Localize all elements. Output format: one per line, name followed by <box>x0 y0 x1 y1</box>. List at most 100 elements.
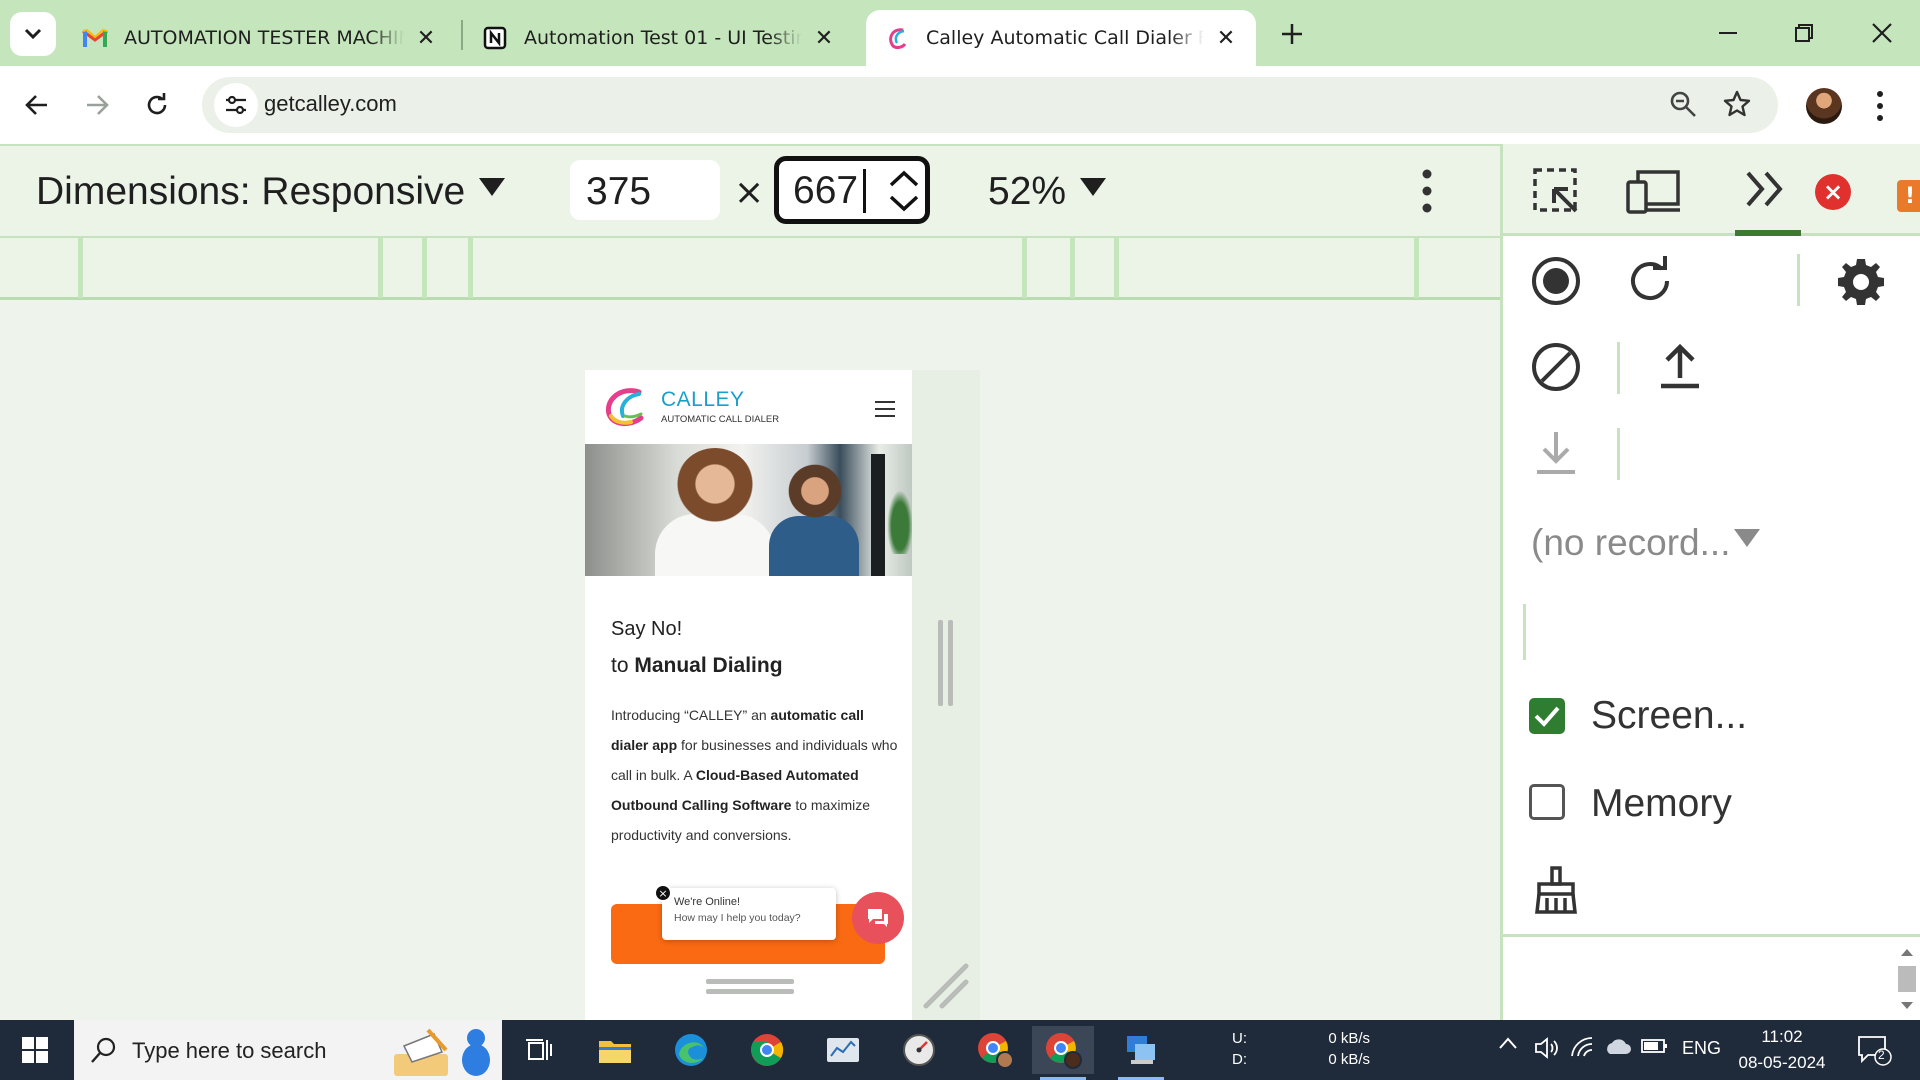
text-cursor <box>863 169 866 213</box>
forward-button[interactable] <box>72 80 122 130</box>
reload-record-button[interactable] <box>1623 254 1677 308</box>
element-picker-icon[interactable] <box>1531 166 1583 218</box>
more-tabs-icon[interactable] <box>1741 166 1791 212</box>
file-explorer-button[interactable] <box>584 1026 646 1074</box>
caret-down-icon <box>479 178 506 196</box>
notion-icon <box>482 25 508 51</box>
app-network-button[interactable] <box>1110 1026 1172 1080</box>
spinner-arrows-icon[interactable] <box>885 165 923 217</box>
chat-close-button[interactable]: × <box>654 884 672 902</box>
close-tab-icon[interactable]: ✕ <box>812 26 836 51</box>
battery-icon <box>1641 1039 1667 1053</box>
chrome-active-button[interactable] <box>1032 1026 1094 1080</box>
wifi-button[interactable] <box>1570 1036 1596 1058</box>
tab-search-button[interactable] <box>10 12 56 56</box>
settings-button[interactable] <box>1833 254 1889 310</box>
chat-launcher-button[interactable] <box>852 892 904 944</box>
recording-select[interactable]: (no record... <box>1531 522 1761 564</box>
chat-subtitle: How may I help you today? <box>674 912 801 924</box>
clear-button[interactable] <box>1529 340 1583 394</box>
notification-center-button[interactable]: 2 <box>1856 1034 1892 1066</box>
times-symbol: × <box>734 172 765 213</box>
devtools-toolbar: × ! <box>1503 144 1920 236</box>
hamburger-menu-icon[interactable] <box>874 400 896 418</box>
broom-icon <box>1535 866 1577 914</box>
volume-button[interactable] <box>1534 1036 1560 1060</box>
clear-icon <box>1532 343 1580 391</box>
onedrive-button[interactable] <box>1604 1036 1632 1056</box>
download-speed: 0 kB/s <box>1328 1051 1370 1068</box>
gmail-icon <box>82 25 108 51</box>
battery-button[interactable] <box>1640 1036 1668 1056</box>
record-button[interactable] <box>1529 254 1583 308</box>
clock-time: 11:02 <box>1761 1027 1803 1046</box>
download-icon <box>1537 432 1575 474</box>
gear-icon <box>1838 259 1884 305</box>
chrome-profile-button[interactable] <box>964 1026 1026 1074</box>
app-clock-button[interactable] <box>888 1026 950 1074</box>
wifi-icon <box>1571 1037 1593 1057</box>
screenshots-checkbox[interactable] <box>1529 698 1565 734</box>
tab-notion[interactable]: Automation Test 01 - UI Testing ✕ <box>464 10 854 66</box>
close-tab-icon[interactable]: ✕ <box>1214 26 1238 51</box>
close-window-button[interactable] <box>1852 10 1912 56</box>
tab-gmail[interactable]: AUTOMATION TESTER MACHINE T ✕ <box>64 10 456 66</box>
edge-button[interactable] <box>660 1026 722 1074</box>
start-button[interactable] <box>0 1020 70 1080</box>
zoom-icon[interactable] <box>1668 89 1698 123</box>
error-count-badge[interactable]: × <box>1815 174 1851 210</box>
plus-icon <box>1282 24 1302 44</box>
task-view-button[interactable] <box>508 1026 570 1074</box>
height-value: 667 <box>793 169 859 212</box>
browser-menu-icon[interactable] <box>1868 88 1892 124</box>
chat-icon <box>868 909 888 927</box>
upload-button[interactable] <box>1653 340 1707 394</box>
close-tab-icon[interactable]: ✕ <box>414 26 438 51</box>
media-query-ruler[interactable] <box>0 236 1500 300</box>
tab-calley[interactable]: Calley Automatic Call Dialer For Ar ✕ <box>866 10 1256 66</box>
horizontal-resize-handle[interactable] <box>706 976 794 998</box>
address-bar[interactable]: getcalley.com <box>202 77 1778 133</box>
warning-badge[interactable]: ! <box>1897 180 1920 212</box>
tab-separator <box>461 20 463 50</box>
chrome-button[interactable] <box>736 1026 798 1074</box>
search-icon <box>91 1037 116 1063</box>
new-tab-button[interactable] <box>1272 14 1312 54</box>
chat-title: We're Online! <box>674 896 741 908</box>
chat-bubble[interactable]: We're Online! How may I help you today? <box>662 888 836 940</box>
chrome-profile-icon <box>978 1033 1014 1069</box>
site-info-icon[interactable] <box>214 83 258 127</box>
height-input[interactable]: 667 <box>774 156 930 224</box>
taskbar-search-box[interactable]: Type here to search <box>74 1020 502 1080</box>
app-monitor-button[interactable] <box>812 1026 874 1074</box>
network-app-icon <box>1127 1036 1155 1064</box>
calley-logo-icon[interactable] <box>601 386 645 428</box>
scrollbar[interactable] <box>1895 944 1919 1014</box>
memory-checkbox[interactable] <box>1529 784 1565 820</box>
zoom-dropdown[interactable]: 52% <box>988 170 1107 214</box>
toolbar-divider <box>1617 428 1620 480</box>
back-button[interactable] <box>12 80 62 130</box>
device-toggle-icon[interactable] <box>1623 166 1683 218</box>
show-hidden-icons-button[interactable] <box>1498 1036 1518 1050</box>
vertical-resize-handle[interactable] <box>936 620 956 706</box>
download-button[interactable] <box>1529 426 1583 480</box>
restore-button[interactable] <box>1774 10 1834 56</box>
checkmark-icon <box>1534 706 1560 727</box>
clock[interactable]: 11:02 08-05-2024 <box>1736 1024 1828 1076</box>
corner-resize-handle[interactable] <box>922 962 970 1010</box>
minimize-button[interactable] <box>1698 10 1758 56</box>
width-input[interactable]: 375 <box>570 160 720 220</box>
language-indicator[interactable]: ENG <box>1682 1038 1721 1059</box>
reload-button[interactable] <box>132 80 182 130</box>
chevron-up-icon <box>1499 1037 1517 1049</box>
task-view-icon <box>526 1039 552 1060</box>
caret-down-icon <box>1080 178 1107 196</box>
profile-avatar[interactable] <box>1806 88 1842 124</box>
garbage-collect-button[interactable] <box>1529 864 1583 918</box>
dimensions-dropdown[interactable]: Dimensions: Responsive <box>36 170 506 214</box>
device-toolbar-menu-icon[interactable] <box>1414 166 1440 216</box>
bookmark-star-icon[interactable] <box>1722 89 1752 123</box>
heading-line-2: to Manual Dialing <box>611 654 783 677</box>
monitor-app-icon <box>827 1038 859 1062</box>
